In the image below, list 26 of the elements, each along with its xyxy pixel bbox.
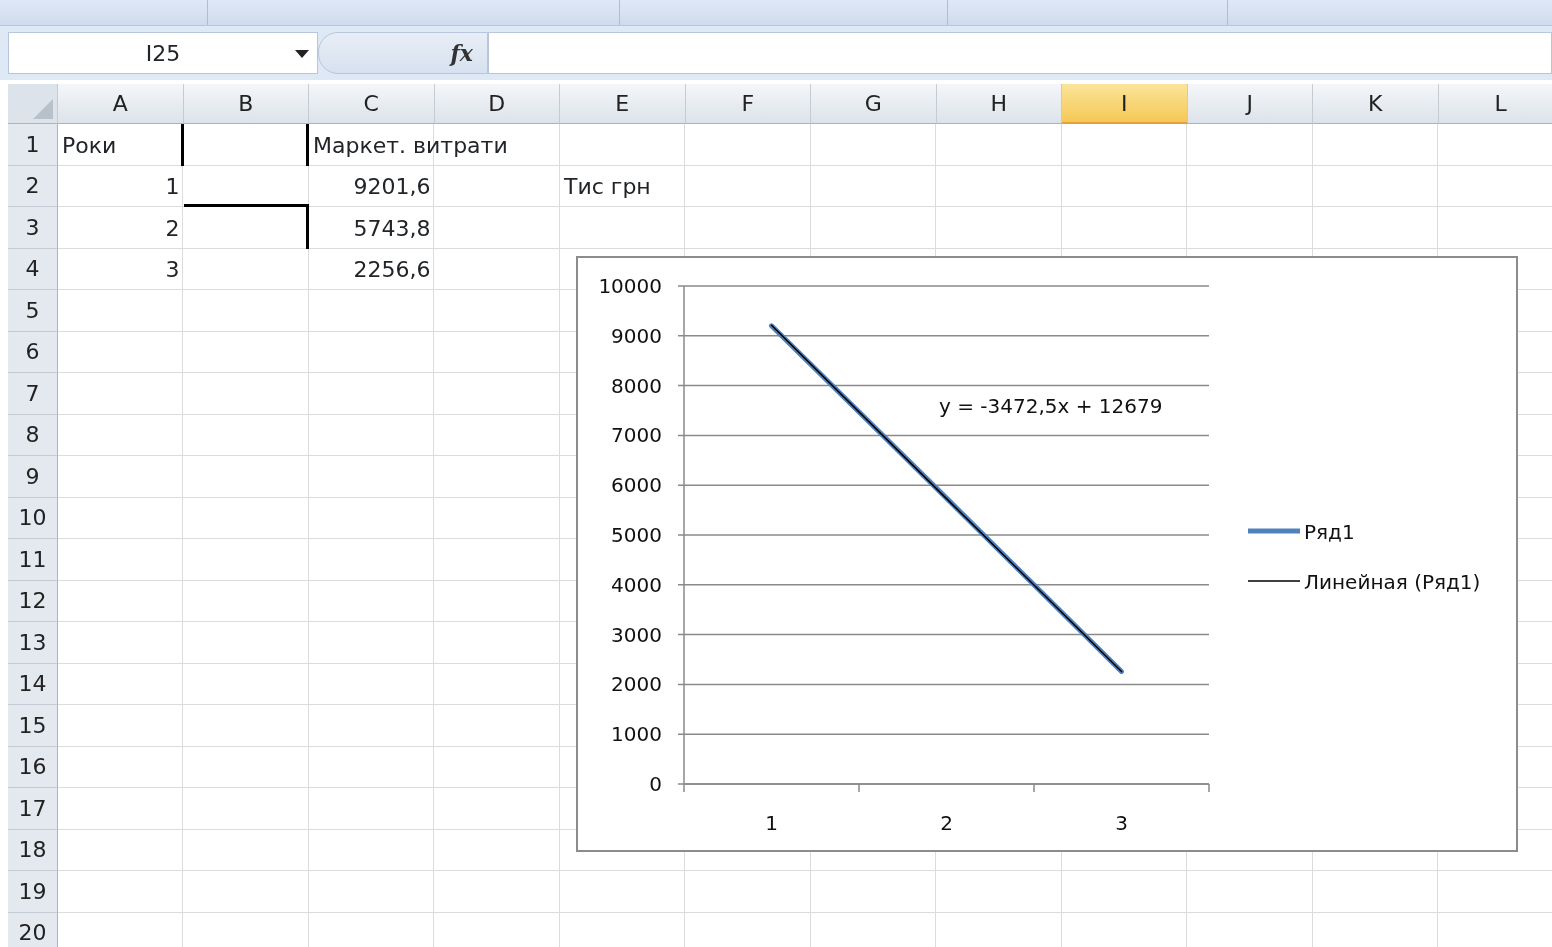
cell-text: 9201,6 [353, 173, 431, 201]
cell-text: Тис грн [564, 173, 651, 201]
axis-tick-label: 4000 [611, 572, 662, 597]
cell-text: Роки [62, 131, 117, 160]
legend-label: Линейная (Ряд1) [1304, 570, 1481, 594]
cell-text: 2 [165, 214, 180, 243]
cell-text: 2256,6 [353, 256, 431, 284]
axis-tick-label: 0 [649, 772, 662, 796]
axis-tick-label: 3 [1115, 811, 1128, 835]
axis-tick-label: 3000 [611, 622, 662, 647]
cell-text: 5743,8 [353, 214, 431, 243]
trendline-equation: y = -3472,5x + 12679 [939, 394, 1163, 418]
axis-tick-label: 10000 [598, 274, 662, 298]
axis-tick-label: 2000 [611, 672, 662, 697]
axis-tick-label: 5000 [611, 523, 662, 547]
axis-tick-label: 6000 [611, 473, 662, 498]
axis-tick-label: 9000 [611, 323, 662, 348]
cell-text: Маркет. витрати [313, 131, 508, 160]
cell-text: 3 [165, 256, 180, 284]
axis-tick-label: 2 [940, 811, 953, 835]
legend-label: Ряд1 [1304, 520, 1355, 544]
axis-tick-label: 1000 [611, 722, 662, 747]
axis-tick-label: 8000 [611, 373, 662, 398]
cell-text: 1 [165, 173, 180, 201]
axis-tick-label: 7000 [611, 423, 662, 448]
axis-tick-label: 1 [765, 811, 778, 835]
